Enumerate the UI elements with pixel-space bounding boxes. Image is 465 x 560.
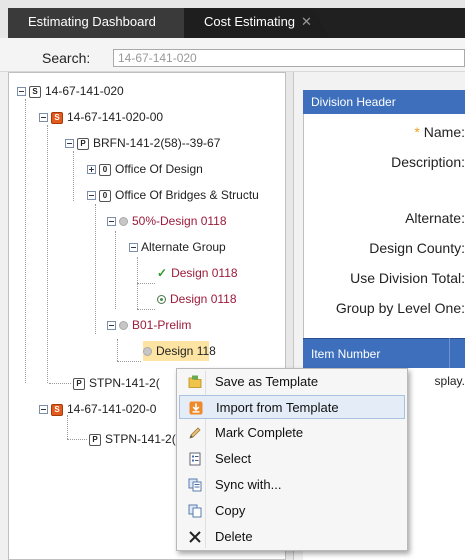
tree-node-label: Alternate Group <box>141 240 226 254</box>
collapse-icon[interactable] <box>87 191 96 201</box>
p-badge-icon: P <box>77 137 89 150</box>
menu-item-import-from-template[interactable]: Import from Template <box>179 395 405 419</box>
copy-icon <box>188 504 202 518</box>
grid-empty-message: splay. <box>434 374 465 388</box>
import-icon <box>189 401 203 415</box>
tab-estimating-dashboard[interactable]: Estimating Dashboard <box>8 8 184 38</box>
tree-node-stpn-2[interactable]: P STPN-141-2( <box>89 429 176 449</box>
menu-item-save-as-template[interactable]: Save as Template <box>179 370 405 394</box>
tree-node-project[interactable]: S 14-67-141-020-00 <box>39 107 163 127</box>
collapse-icon[interactable] <box>65 139 74 149</box>
tree-connector <box>67 439 87 440</box>
tree-node-label: Design 118 <box>156 344 216 358</box>
tree-node-office-of-design[interactable]: 0 Office Of Design <box>87 159 203 179</box>
tree-node-label: Office Of Design <box>115 162 203 176</box>
division-header: Division Header <box>303 90 465 114</box>
tree-node-label: B01-Prelim <box>132 318 192 332</box>
tree-node-brfn[interactable]: P BRFN-141-2(58)--39-67 <box>65 133 220 153</box>
use-division-total-label: Use Division Total: <box>350 270 465 286</box>
menu-item-delete[interactable]: Delete <box>179 525 405 549</box>
tree-node-project-2[interactable]: S 14-67-141-020-0 <box>39 399 156 419</box>
grid-column-item-number[interactable]: Item Number <box>303 338 465 368</box>
p-badge-icon: P <box>73 377 85 390</box>
status-dot-icon <box>143 347 152 357</box>
target-icon <box>157 295 166 305</box>
tab-cost-estimating[interactable]: Cost Estimating ✕ <box>184 8 330 38</box>
grid-column-separator <box>449 338 450 368</box>
sync-icon <box>188 478 202 492</box>
close-icon[interactable]: ✕ <box>301 14 312 29</box>
tree-node-b01-prelim[interactable]: B01-Prelim <box>107 315 191 335</box>
menu-item-mark-complete[interactable]: Mark Complete <box>179 421 405 445</box>
zero-badge-icon: 0 <box>99 163 111 176</box>
tree-connector <box>73 151 74 201</box>
s-badge-icon: S <box>29 85 41 98</box>
search-label: Search: <box>42 50 91 66</box>
collapse-icon[interactable] <box>107 321 116 331</box>
tree-node-50-design[interactable]: 50%-Design 0118 <box>107 211 227 231</box>
zero-badge-icon: 0 <box>99 189 111 202</box>
tree-connector <box>47 125 48 383</box>
tab-label: Estimating Dashboard <box>28 14 156 29</box>
status-dot-icon <box>119 321 128 331</box>
tree-node-label: Design 0118 <box>171 266 238 280</box>
menu-item-select[interactable]: Select <box>179 447 405 471</box>
status-dot-icon <box>119 217 128 227</box>
tree-node-root[interactable]: S 14-67-141-020 <box>17 81 124 101</box>
expand-icon[interactable] <box>87 165 96 175</box>
design-county-label: Design County: <box>369 240 465 256</box>
tab-label: Cost Estimating <box>204 14 296 29</box>
menu-item-sync-with[interactable]: Sync with... <box>179 473 405 497</box>
alternate-label: Alternate: <box>405 210 465 226</box>
select-doc-icon <box>189 452 201 466</box>
tree-node-office-of-bridges[interactable]: 0 Office Of Bridges & Structu <box>87 185 259 205</box>
tree-node-label: Design 0118 <box>170 292 237 306</box>
tree-node-label: 14-67-141-020 <box>45 84 124 98</box>
tree-node-design-0118-complete[interactable]: ✓ Design 0118 <box>157 263 238 283</box>
menu-item-copy[interactable]: Copy <box>179 499 405 523</box>
checkmark-icon: ✓ <box>157 266 168 280</box>
tab-bar: Estimating Dashboard Cost Estimating ✕ <box>0 0 465 38</box>
tree-node-label: Office Of Bridges & Structu <box>115 188 259 202</box>
group-by-level-one-label: Group by Level One: <box>335 300 465 316</box>
tree-node-design-0118-target[interactable]: Design 0118 <box>157 289 237 309</box>
tree-node-label: 50%-Design 0118 <box>132 214 227 228</box>
tree-node-label: STPN-141-2( <box>89 376 160 390</box>
s-badge-icon: S <box>51 111 63 124</box>
description-label: Description: <box>391 154 465 170</box>
context-menu: Save as Template Import from Template Ma… <box>176 368 408 551</box>
search-bar: Search: <box>0 38 465 72</box>
pencil-icon <box>189 427 201 439</box>
required-marker: * <box>414 124 420 140</box>
tree-connector <box>25 99 26 383</box>
tree-connector <box>137 309 155 310</box>
tree-connector <box>137 283 155 284</box>
name-label: * Name: <box>414 124 465 140</box>
collapse-icon[interactable] <box>129 243 138 253</box>
tree-connector <box>115 231 116 309</box>
tree-node-design-118-selected[interactable]: Design 118 <box>143 341 216 361</box>
collapse-icon[interactable] <box>17 87 26 97</box>
collapse-icon[interactable] <box>39 405 48 415</box>
folder-icon <box>188 375 202 388</box>
tree-node-label: 14-67-141-020-0 <box>67 402 157 416</box>
p-badge-icon: P <box>89 433 101 446</box>
tree-connector <box>49 383 71 384</box>
s-badge-icon: S <box>51 403 63 416</box>
tree-node-label: 14-67-141-020-00 <box>67 110 164 124</box>
delete-x-icon <box>189 531 201 543</box>
tree-connector <box>117 361 141 362</box>
tree-node-stpn-1[interactable]: P STPN-141-2( <box>73 373 160 393</box>
tree-node-alternate-group[interactable]: Alternate Group <box>129 237 226 257</box>
tree-node-label: BRFN-141-2(58)--39-67 <box>93 136 221 150</box>
tree-connector <box>95 204 96 334</box>
tree-node-label: STPN-141-2( <box>105 432 176 446</box>
search-input[interactable] <box>113 49 465 67</box>
collapse-icon[interactable] <box>39 113 48 123</box>
tree-connector <box>117 339 118 361</box>
collapse-icon[interactable] <box>107 217 116 227</box>
